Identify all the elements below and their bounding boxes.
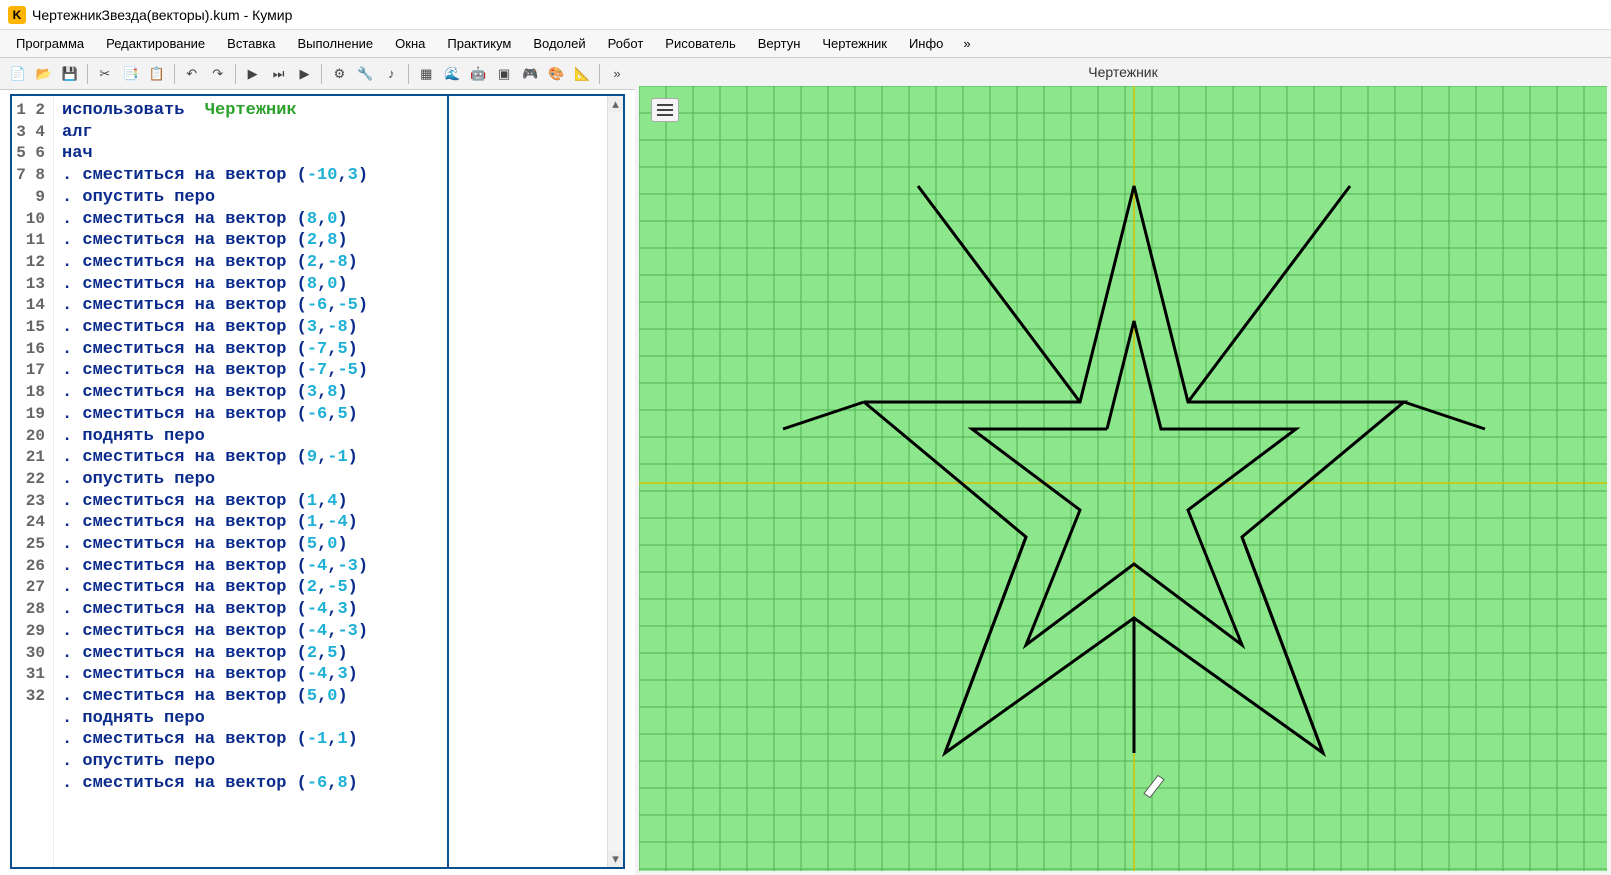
undo-icon[interactable]: ↶ (180, 62, 204, 86)
scrollbar-vertical[interactable]: ▴ ▾ (607, 96, 623, 867)
code-editor[interactable]: 1 2 3 4 5 6 7 8 9 10 11 12 13 14 15 16 1… (10, 94, 625, 869)
title-bar: K ЧертежникЗвезда(векторы).kum - Кумир (0, 0, 1611, 30)
menu-bar: ПрограммаРедактированиеВставкаВыполнение… (0, 30, 1611, 58)
menu-item-0[interactable]: Программа (6, 32, 94, 55)
wave-icon[interactable]: 🌊 (440, 62, 464, 86)
note-icon[interactable]: ♪ (379, 62, 403, 86)
menu-item-11[interactable]: Инфо (899, 32, 953, 55)
code-area[interactable]: использовать Чертежник алг нач . сместит… (54, 96, 623, 867)
redo-icon[interactable]: ↷ (206, 62, 230, 86)
cut-icon[interactable]: ✂ (93, 62, 117, 86)
canvas-menu-icon[interactable] (651, 98, 679, 122)
save-file-icon[interactable]: 💾 (58, 62, 82, 86)
new-file-icon[interactable]: 📄 (6, 62, 30, 86)
checker-icon[interactable]: ▣ (492, 62, 516, 86)
editor-divider (447, 96, 449, 867)
separator (408, 64, 409, 84)
app-icon: K (8, 6, 26, 24)
editor-pane: 📄 📂 💾 ✂ 📑 📋 ↶ ↷ ▶ ⏭ ▶ ⚙ 🔧 ♪ ▦ 🌊 🤖 ▣ 🎮 🎨 (0, 58, 635, 875)
step-icon[interactable]: ⏭ (267, 62, 291, 86)
tool-icon[interactable]: ⚙ (327, 62, 351, 86)
open-file-icon[interactable]: 📂 (32, 62, 56, 86)
menu-item-4[interactable]: Окна (385, 32, 435, 55)
paint-icon[interactable]: 🎨 (544, 62, 568, 86)
canvas-title: Чертежник (635, 58, 1611, 86)
menu-item-7[interactable]: Робот (598, 32, 654, 55)
menu-item-8[interactable]: Рисователь (655, 32, 745, 55)
menu-item-5[interactable]: Практикум (437, 32, 521, 55)
toolbar-more-icon[interactable]: » (605, 62, 629, 86)
drawing-canvas (639, 86, 1607, 871)
canvas-pane: Чертежник (635, 58, 1611, 875)
separator (321, 64, 322, 84)
workspace: 📄 📂 💾 ✂ 📑 📋 ↶ ↷ ▶ ⏭ ▶ ⚙ 🔧 ♪ ▦ 🌊 🤖 ▣ 🎮 🎨 (0, 58, 1611, 875)
menu-more[interactable]: » (955, 32, 978, 55)
grid-icon[interactable]: ▦ (414, 62, 438, 86)
robot-icon[interactable]: 🤖 (466, 62, 490, 86)
menu-item-10[interactable]: Чертежник (812, 32, 897, 55)
scroll-up-icon[interactable]: ▴ (608, 96, 623, 112)
game-icon[interactable]: 🎮 (518, 62, 542, 86)
separator (599, 64, 600, 84)
menu-item-6[interactable]: Водолей (523, 32, 595, 55)
copy-icon[interactable]: 📑 (119, 62, 143, 86)
window-title: ЧертежникЗвезда(векторы).kum - Кумир (32, 7, 292, 23)
menu-item-3[interactable]: Выполнение (287, 32, 383, 55)
draw-icon[interactable]: 📐 (570, 62, 594, 86)
separator (174, 64, 175, 84)
menu-item-1[interactable]: Редактирование (96, 32, 215, 55)
toolbar: 📄 📂 💾 ✂ 📑 📋 ↶ ↷ ▶ ⏭ ▶ ⚙ 🔧 ♪ ▦ 🌊 🤖 ▣ 🎮 🎨 (0, 58, 635, 90)
menu-item-2[interactable]: Вставка (217, 32, 285, 55)
canvas-area[interactable] (639, 86, 1607, 871)
tool2-icon[interactable]: 🔧 (353, 62, 377, 86)
run-icon[interactable]: ▶ (241, 62, 265, 86)
paste-icon[interactable]: 📋 (145, 62, 169, 86)
line-gutter: 1 2 3 4 5 6 7 8 9 10 11 12 13 14 15 16 1… (12, 96, 54, 867)
separator (87, 64, 88, 84)
play-icon[interactable]: ▶ (293, 62, 317, 86)
scroll-down-icon[interactable]: ▾ (608, 851, 623, 867)
separator (235, 64, 236, 84)
menu-item-9[interactable]: Вертун (748, 32, 811, 55)
